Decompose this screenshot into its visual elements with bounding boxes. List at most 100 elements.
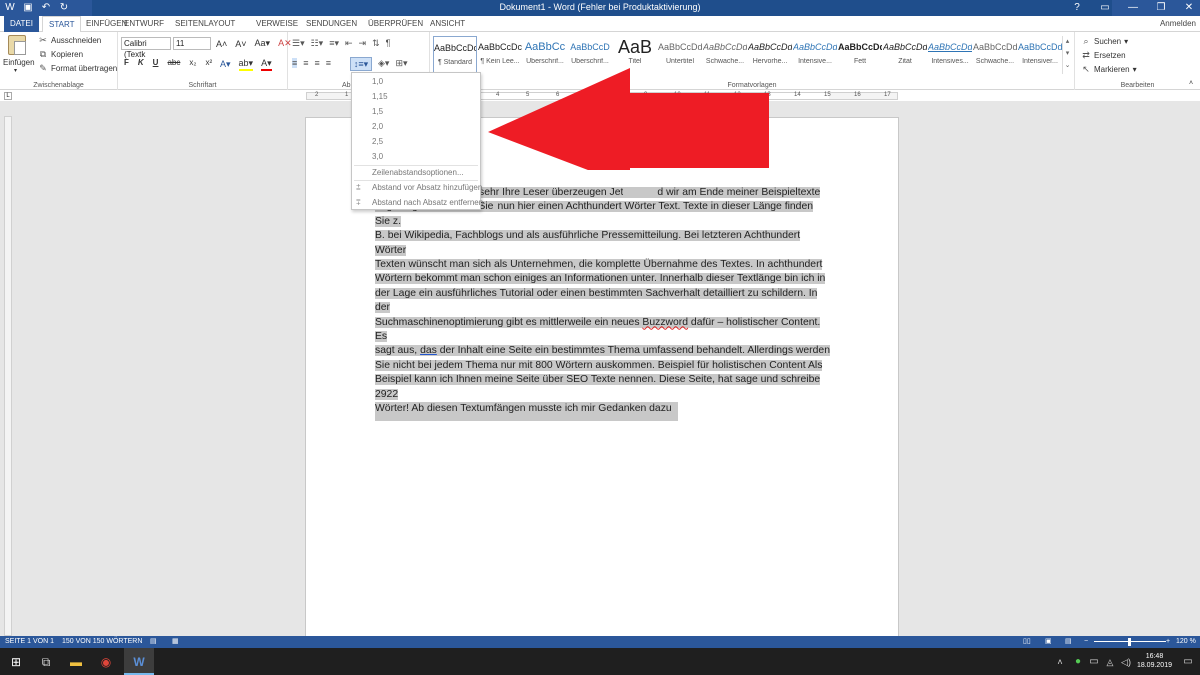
pilcrow-icon[interactable]: ¶ <box>386 38 391 49</box>
tab-datei[interactable]: DATEI <box>4 16 39 32</box>
sign-in-link[interactable]: Anmelden <box>1160 16 1196 32</box>
style-sample: AaBbCcDd <box>793 42 837 52</box>
replace-button[interactable]: ⇄ Ersetzen <box>1081 50 1125 60</box>
line-spacing-option-2-5[interactable]: 2,5 <box>372 137 383 146</box>
style-standard[interactable]: AaBbCcDc ¶ Standard <box>433 36 477 74</box>
style-subtle-reference[interactable]: AaBbCcDd Schwache... <box>973 36 1017 74</box>
tab-entwurf[interactable]: ENTWURF <box>118 16 170 32</box>
superscript-button[interactable]: x² <box>205 58 212 67</box>
bullets-icon[interactable]: ☰▾ <box>292 38 305 49</box>
style-strong[interactable]: AaBbCcDd Fett <box>838 36 882 74</box>
justify-icon[interactable]: ≡ <box>326 58 331 68</box>
tab-sendungen[interactable]: SENDUNGEN <box>300 16 363 32</box>
cut-button[interactable]: ✂ Ausschneiden <box>38 35 101 45</box>
line-spacing-option-1-5[interactable]: 1,5 <box>372 107 383 116</box>
tab-seitenlayout[interactable]: SEITENLAYOUT <box>169 16 241 32</box>
grammar-error[interactable]: das <box>420 345 437 356</box>
multilevel-icon[interactable]: ≡▾ <box>329 38 339 49</box>
font-size-field[interactable]: 11 <box>173 37 211 50</box>
font-color-icon[interactable]: A▾ <box>261 58 272 71</box>
spelling-error[interactable]: Buzzword <box>642 317 688 328</box>
line-spacing-option-1-0[interactable]: 1,0 <box>372 77 383 86</box>
line-spacing-option-1-15[interactable]: 1,15 <box>372 92 388 101</box>
chrome-icon[interactable]: ◉ <box>96 652 116 672</box>
subscript-button[interactable]: x₂ <box>189 58 196 67</box>
style-intense-quote[interactable]: AaBbCcDd Intensives... <box>928 36 972 74</box>
zoom-level[interactable]: 120 % <box>1176 637 1196 647</box>
copy-label: Kopieren <box>51 49 84 59</box>
decrease-indent-icon[interactable]: ⇤ <box>345 38 353 49</box>
format-painter-button[interactable]: ✎ Format übertragen <box>38 63 117 73</box>
document-body-text[interactable]: sehr Ihre Leser überzeugen Jet d wir am E… <box>375 186 830 421</box>
increase-indent-icon[interactable]: ⇥ <box>359 38 367 49</box>
word-taskbar-icon[interactable]: W <box>129 652 149 672</box>
strikethrough-button[interactable]: abc <box>167 58 180 67</box>
file-explorer-icon[interactable]: ▬ <box>66 652 86 672</box>
bold-button[interactable]: F <box>124 58 129 67</box>
tab-selector[interactable]: L <box>4 92 12 100</box>
grow-font-icon[interactable]: A˄ <box>216 39 227 49</box>
clock[interactable]: 16:48 18.09.2019 <box>1137 652 1172 670</box>
web-layout-icon[interactable]: ▤ <box>1065 637 1072 647</box>
ribbon-display-icon[interactable]: ▭ <box>1098 1 1112 14</box>
paste-icon[interactable] <box>8 35 26 55</box>
italic-button[interactable]: K <box>138 58 144 67</box>
align-left-icon[interactable]: ≡ <box>292 58 298 68</box>
proofing-icon[interactable]: ▤ <box>150 637 157 647</box>
numbering-icon[interactable]: ☷▾ <box>311 38 324 49</box>
vertical-ruler[interactable] <box>4 116 12 636</box>
underline-button[interactable]: U <box>153 58 159 67</box>
tab-ansicht[interactable]: ANSICHT <box>424 16 471 32</box>
text-effects-icon[interactable]: A▾ <box>220 59 231 70</box>
restore-icon[interactable]: ❐ <box>1154 1 1168 14</box>
sort-icon[interactable]: ⇅ <box>372 38 380 49</box>
line-spacing-options-item[interactable]: Zeilenabstandsoptionen... <box>372 168 464 177</box>
read-mode-icon[interactable]: ▯▯ <box>1023 637 1031 647</box>
style-quote[interactable]: AaBbCcDd Zitat <box>883 36 927 74</box>
word-count[interactable]: 150 VON 150 WÖRTERN <box>62 637 142 647</box>
align-center-icon[interactable]: ≡ <box>303 58 308 68</box>
tab-start[interactable]: START <box>42 16 82 33</box>
highlight-icon[interactable]: ab▾ <box>238 58 254 71</box>
shrink-font-icon[interactable]: A˅ <box>235 39 246 49</box>
zoom-in-icon[interactable]: + <box>1166 637 1170 647</box>
windows-start-icon[interactable]: ⊞ <box>6 652 26 672</box>
shading-icon[interactable]: ◈▾ <box>378 58 389 69</box>
paste-dropdown-icon[interactable]: ▾ <box>14 67 17 74</box>
task-view-icon[interactable]: ⧉ <box>36 652 56 672</box>
tray-chevron-icon[interactable]: ˄ <box>1050 652 1070 672</box>
copy-button[interactable]: ⧉ Kopieren <box>38 49 83 59</box>
zoom-out-icon[interactable]: − <box>1084 637 1088 647</box>
help-button[interactable]: ? <box>1070 1 1084 14</box>
borders-icon[interactable]: ⊞▾ <box>395 58 407 69</box>
change-case-icon[interactable]: Aa▾ <box>255 38 271 49</box>
more-styles-icon[interactable]: ⌄ <box>1063 60 1072 72</box>
add-space-before-item[interactable]: Abstand vor Absatz hinzufügen <box>372 183 482 192</box>
tab-ueberpruefen[interactable]: ÜBERPRÜFEN <box>362 16 429 32</box>
notifications-icon[interactable]: ▭ <box>1178 652 1198 672</box>
align-right-icon[interactable]: ≡ <box>315 58 320 68</box>
find-button[interactable]: ⌕ Suchen ▾ <box>1081 36 1128 46</box>
page-count[interactable]: SEITE 1 VON 1 <box>5 637 54 647</box>
style-intense-emphasis[interactable]: AaBbCcDd Intensive... <box>793 36 837 74</box>
print-layout-icon[interactable]: ▣ <box>1045 637 1052 647</box>
line-spacing-option-3-0[interactable]: 3,0 <box>372 152 383 161</box>
collapse-ribbon-icon[interactable]: ˄ <box>1189 80 1193 87</box>
macro-icon[interactable]: ▦ <box>172 637 179 647</box>
tab-verweise[interactable]: VERWEISE <box>250 16 304 32</box>
close-icon[interactable]: ✕ <box>1182 1 1196 14</box>
select-button[interactable]: ↖ Markieren ▾ <box>1081 64 1136 74</box>
scroll-up-icon[interactable]: ▴ <box>1063 36 1072 48</box>
minimize-icon[interactable]: — <box>1126 1 1140 14</box>
paste-button[interactable]: Einfügen <box>3 58 35 67</box>
style-sample: AaBbCcDc <box>478 42 522 52</box>
font-name-field[interactable]: Calibri (Textk <box>121 37 171 59</box>
style-intense-reference[interactable]: AaBbCcDd Intensiver... <box>1018 36 1062 74</box>
line-spacing-button[interactable]: ↕≡▾ <box>350 57 372 71</box>
line-spacing-option-2-0[interactable]: 2,0 <box>372 122 383 131</box>
styles-scroll[interactable]: ▴ ▾ ⌄ <box>1062 36 1072 74</box>
scroll-down-icon[interactable]: ▾ <box>1063 48 1072 60</box>
volume-icon[interactable]: ◁) <box>1116 652 1136 672</box>
remove-space-after-item[interactable]: Abstand nach Absatz entfernen <box>372 198 483 207</box>
zoom-slider-thumb[interactable] <box>1128 638 1131 646</box>
